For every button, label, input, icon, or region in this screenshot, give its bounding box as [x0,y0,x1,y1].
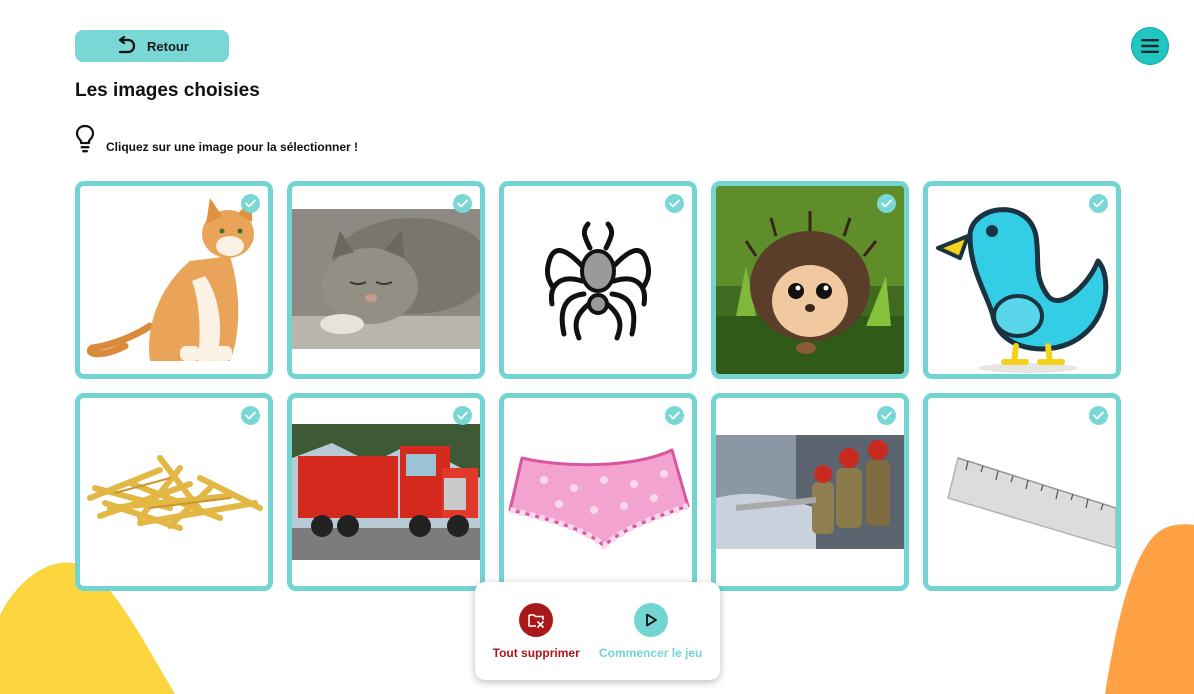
pink-underwear-image [504,398,692,586]
action-panel: Tout supprimer Commencer le jeu [475,582,720,680]
image-card-firefighters[interactable] [711,393,909,591]
cat-sleeping-image [292,186,480,374]
selected-check-icon [1089,406,1108,425]
selected-check-icon [241,194,260,213]
selected-check-icon [877,406,896,425]
page-title: Les images choisies [75,80,260,101]
ruler-image [928,398,1116,586]
delete-all-button[interactable]: Tout supprimer [492,602,580,660]
back-button-label: Retour [147,38,189,54]
selected-check-icon [241,406,260,425]
menu-button[interactable] [1131,27,1169,65]
firefighters-image [716,398,904,586]
hint-text: Cliquez sur une image pour la sélectionn… [106,140,359,154]
image-card-red-truck[interactable] [287,393,485,591]
selected-check-icon [665,406,684,425]
image-grid [75,181,1121,591]
hedgehog-image [716,186,904,374]
image-card-blue-bird[interactable] [923,181,1121,379]
cat-sitting-image [80,186,268,374]
start-game-button[interactable]: Commencer le jeu [599,602,703,660]
image-card-cat-sitting[interactable] [75,181,273,379]
red-truck-image [292,398,480,586]
selected-check-icon [453,194,472,213]
french-fries-image [80,398,268,586]
hamburger-menu-icon [1141,39,1159,53]
play-icon [645,613,657,626]
blue-bird-image [928,186,1116,374]
selected-check-icon [453,406,472,425]
image-card-ruler[interactable] [923,393,1121,591]
undo-arrow-icon [118,36,136,54]
delete-all-label: Tout supprimer [492,645,580,660]
folder-delete-icon [528,613,544,628]
image-card-cat-sleeping[interactable] [287,181,485,379]
hint: Cliquez sur une image pour la sélectionn… [75,124,358,154]
start-game-label: Commencer le jeu [599,645,703,660]
image-card-pink-underwear[interactable] [499,393,697,591]
spider-image [504,186,692,374]
selected-check-icon [877,194,896,213]
lightbulb-icon [75,124,95,153]
image-card-spider[interactable] [499,181,697,379]
back-button[interactable]: Retour [75,30,229,62]
image-card-french-fries[interactable] [75,393,273,591]
selected-check-icon [1089,194,1108,213]
image-card-hedgehog[interactable] [711,181,909,379]
selected-check-icon [665,194,684,213]
delete-all-icon-circle [519,602,554,637]
start-game-icon-circle [633,602,668,637]
